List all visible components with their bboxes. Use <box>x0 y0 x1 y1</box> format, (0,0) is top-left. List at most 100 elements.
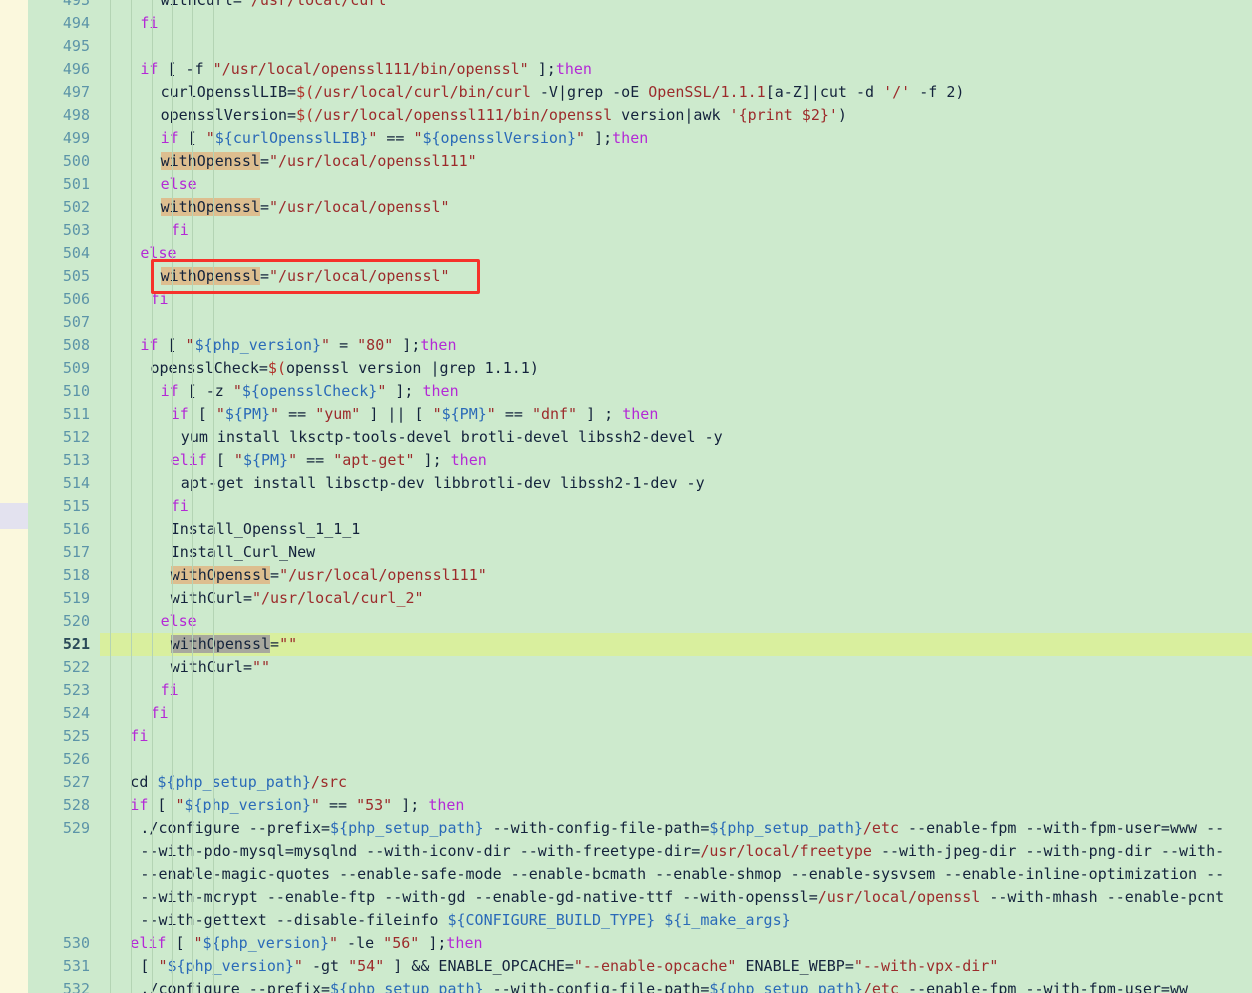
code-line-text[interactable]: if [ -z "${opensslCheck}" ]; then <box>161 380 459 403</box>
code-line[interactable]: if [ "${PM}" == "yum" ] || [ "${PM}" == … <box>0 403 1252 426</box>
line-number[interactable]: 510 <box>28 380 100 403</box>
code-line-text[interactable]: --with-mcrypt --enable-ftp --with-gd --e… <box>140 886 1224 909</box>
code-line-text[interactable]: withCurl="" <box>171 656 270 679</box>
line-number[interactable]: 531 <box>28 955 100 978</box>
code-line[interactable]: fi <box>0 679 1252 702</box>
line-number-gutter[interactable]: 493 494 495 496 497 498 499 500 501 502 503 504 505 5… <box>28 0 100 993</box>
line-number[interactable]: 518 <box>28 564 100 587</box>
code-line[interactable] <box>0 35 1252 58</box>
code-line[interactable]: --with-mcrypt --enable-ftp --with-gd --e… <box>0 886 1252 909</box>
code-line[interactable]: fi <box>0 288 1252 311</box>
code-line[interactable]: curlOpensslLIB=$(/usr/local/curl/bin/cur… <box>0 81 1252 104</box>
code-line[interactable]: opensslVersion=$(/usr/local/openssl111/b… <box>0 104 1252 127</box>
code-line[interactable]: ./configure --prefix=${php_setup_path} -… <box>0 978 1252 993</box>
code-line[interactable]: withCurl="" <box>0 656 1252 679</box>
code-line-text[interactable]: --enable-magic-quotes --enable-safe-mode… <box>140 863 1224 886</box>
code-line[interactable]: else <box>0 173 1252 196</box>
code-line[interactable]: fi <box>0 219 1252 242</box>
code-line-text[interactable]: fi <box>151 288 169 311</box>
code-line-text[interactable]: else <box>140 242 176 265</box>
code-line-text[interactable]: elif [ "${php_version}" -le "56" ];then <box>130 932 482 955</box>
line-number[interactable]: 519 <box>28 587 100 610</box>
line-number[interactable]: 515 <box>28 495 100 518</box>
code-line-text[interactable]: withOpenssl="/usr/local/openssl" <box>160 196 450 219</box>
code-line-text[interactable]: --with-gettext --disable-fileinfo ${CONF… <box>140 909 790 932</box>
line-number[interactable]: 527 <box>28 771 100 794</box>
line-number[interactable]: 507 <box>28 311 100 334</box>
line-number[interactable]: 500 <box>28 150 100 173</box>
code-line[interactable]: --with-gettext --disable-fileinfo ${CONF… <box>0 909 1252 932</box>
code-line[interactable]: withOpenssl="/usr/local/openssl111" <box>0 150 1252 173</box>
line-number[interactable]: 495 <box>28 35 100 58</box>
line-number[interactable]: 513 <box>28 449 100 472</box>
code-line[interactable]: if [ "${php_version}" == "53" ]; then <box>0 794 1252 817</box>
code-line[interactable]: apt-get install libsctp-dev libbrotli-de… <box>0 472 1252 495</box>
code-line[interactable]: else <box>0 610 1252 633</box>
line-number-wrap[interactable] <box>28 863 100 886</box>
line-number[interactable]: 516 <box>28 518 100 541</box>
code-line[interactable]: Install_Curl_New <box>0 541 1252 564</box>
line-number[interactable]: 498 <box>28 104 100 127</box>
code-line[interactable]: fi <box>0 725 1252 748</box>
code-line-text[interactable]: Install_Openssl_1_1_1 <box>171 518 361 541</box>
code-line-text[interactable]: fi <box>161 679 179 702</box>
code-line[interactable] <box>0 311 1252 334</box>
line-number[interactable]: 529 <box>28 817 100 840</box>
code-line-text[interactable]: apt-get install libsctp-dev libbrotli-de… <box>181 472 705 495</box>
line-number[interactable]: 502 <box>28 196 100 219</box>
line-number[interactable]: 503 <box>28 219 100 242</box>
code-line[interactable] <box>0 748 1252 771</box>
line-number[interactable]: 499 <box>28 127 100 150</box>
line-number[interactable]: 526 <box>28 748 100 771</box>
code-line-text[interactable]: fi <box>171 495 189 518</box>
line-number[interactable]: 506 <box>28 288 100 311</box>
code-line-text[interactable]: else <box>161 173 197 196</box>
code-line[interactable]: yum install lksctp-tools-devel brotli-de… <box>0 426 1252 449</box>
code-line-text[interactable]: ./configure --prefix=${php_setup_path} -… <box>140 978 1188 993</box>
code-line-text[interactable]: --with-pdo-mysql=mysqlnd --with-iconv-di… <box>140 840 1224 863</box>
code-line-text[interactable]: elif [ "${PM}" == "apt-get" ]; then <box>171 449 487 472</box>
line-number[interactable]: 501 <box>28 173 100 196</box>
code-line[interactable]: fi <box>0 495 1252 518</box>
line-number[interactable]: 504 <box>28 242 100 265</box>
code-line[interactable]: elif [ "${php_version}" -le "56" ];then <box>0 932 1252 955</box>
line-number[interactable]: 511 <box>28 403 100 426</box>
line-number[interactable]: 494 <box>28 12 100 35</box>
code-line-text[interactable]: fi <box>130 725 148 748</box>
vertical-scrollbar-thumb[interactable] <box>0 503 28 529</box>
code-line[interactable]: cd ${php_setup_path}/src <box>0 771 1252 794</box>
line-number[interactable]: 525 <box>28 725 100 748</box>
line-number-wrap[interactable] <box>28 840 100 863</box>
code-line[interactable]: if [ -f "/usr/local/openssl111/bin/opens… <box>0 58 1252 81</box>
code-line[interactable]: withCurl="/usr/local/curl" <box>0 0 1252 12</box>
code-line-text[interactable]: withCurl="/usr/local/curl_2" <box>171 587 424 610</box>
code-line-text[interactable]: cd ${php_setup_path}/src <box>130 771 347 794</box>
line-number[interactable]: 493 <box>28 0 100 12</box>
line-number-wrap[interactable] <box>28 909 100 932</box>
code-line-text[interactable]: if [ "${php_version}" == "53" ]; then <box>130 794 464 817</box>
code-line-text[interactable]: if [ "${curlOpensslLIB}" == "${opensslVe… <box>161 127 649 150</box>
line-number[interactable]: 512 <box>28 426 100 449</box>
code-line[interactable]: withOpenssl="/usr/local/openssl" <box>0 196 1252 219</box>
code-line[interactable]: [ "${php_version}" -gt "54" ] && ENABLE_… <box>0 955 1252 978</box>
vertical-scrollbar-track[interactable] <box>0 0 28 993</box>
code-line[interactable]: Install_Openssl_1_1_1 <box>0 518 1252 541</box>
code-line[interactable]: elif [ "${PM}" == "apt-get" ]; then <box>0 449 1252 472</box>
line-number[interactable]: 528 <box>28 794 100 817</box>
code-text-area[interactable]: withCurl="/usr/local/curl" fi if [ -f "/us… <box>0 0 1252 993</box>
line-number[interactable]: 530 <box>28 932 100 955</box>
code-line[interactable]: --with-pdo-mysql=mysqlnd --with-iconv-di… <box>0 840 1252 863</box>
line-number[interactable]: 508 <box>28 334 100 357</box>
line-number[interactable]: 517 <box>28 541 100 564</box>
line-number[interactable]: 521 <box>28 633 100 656</box>
code-line-text[interactable]: if [ "${php_version}" = "80" ];then <box>140 334 456 357</box>
code-line[interactable]: ./configure --prefix=${php_setup_path} -… <box>0 817 1252 840</box>
line-number[interactable]: 497 <box>28 81 100 104</box>
code-line-text[interactable]: withOpenssl="/usr/local/openssl111" <box>160 150 477 173</box>
code-line-text[interactable]: if [ "${PM}" == "yum" ] || [ "${PM}" == … <box>171 403 659 426</box>
line-number[interactable]: 496 <box>28 58 100 81</box>
code-line[interactable]: fi <box>0 12 1252 35</box>
code-line-text[interactable]: if [ -f "/usr/local/openssl111/bin/opens… <box>140 58 592 81</box>
code-line[interactable]: withOpenssl="/usr/local/openssl111" <box>0 564 1252 587</box>
line-number-wrap[interactable] <box>28 886 100 909</box>
